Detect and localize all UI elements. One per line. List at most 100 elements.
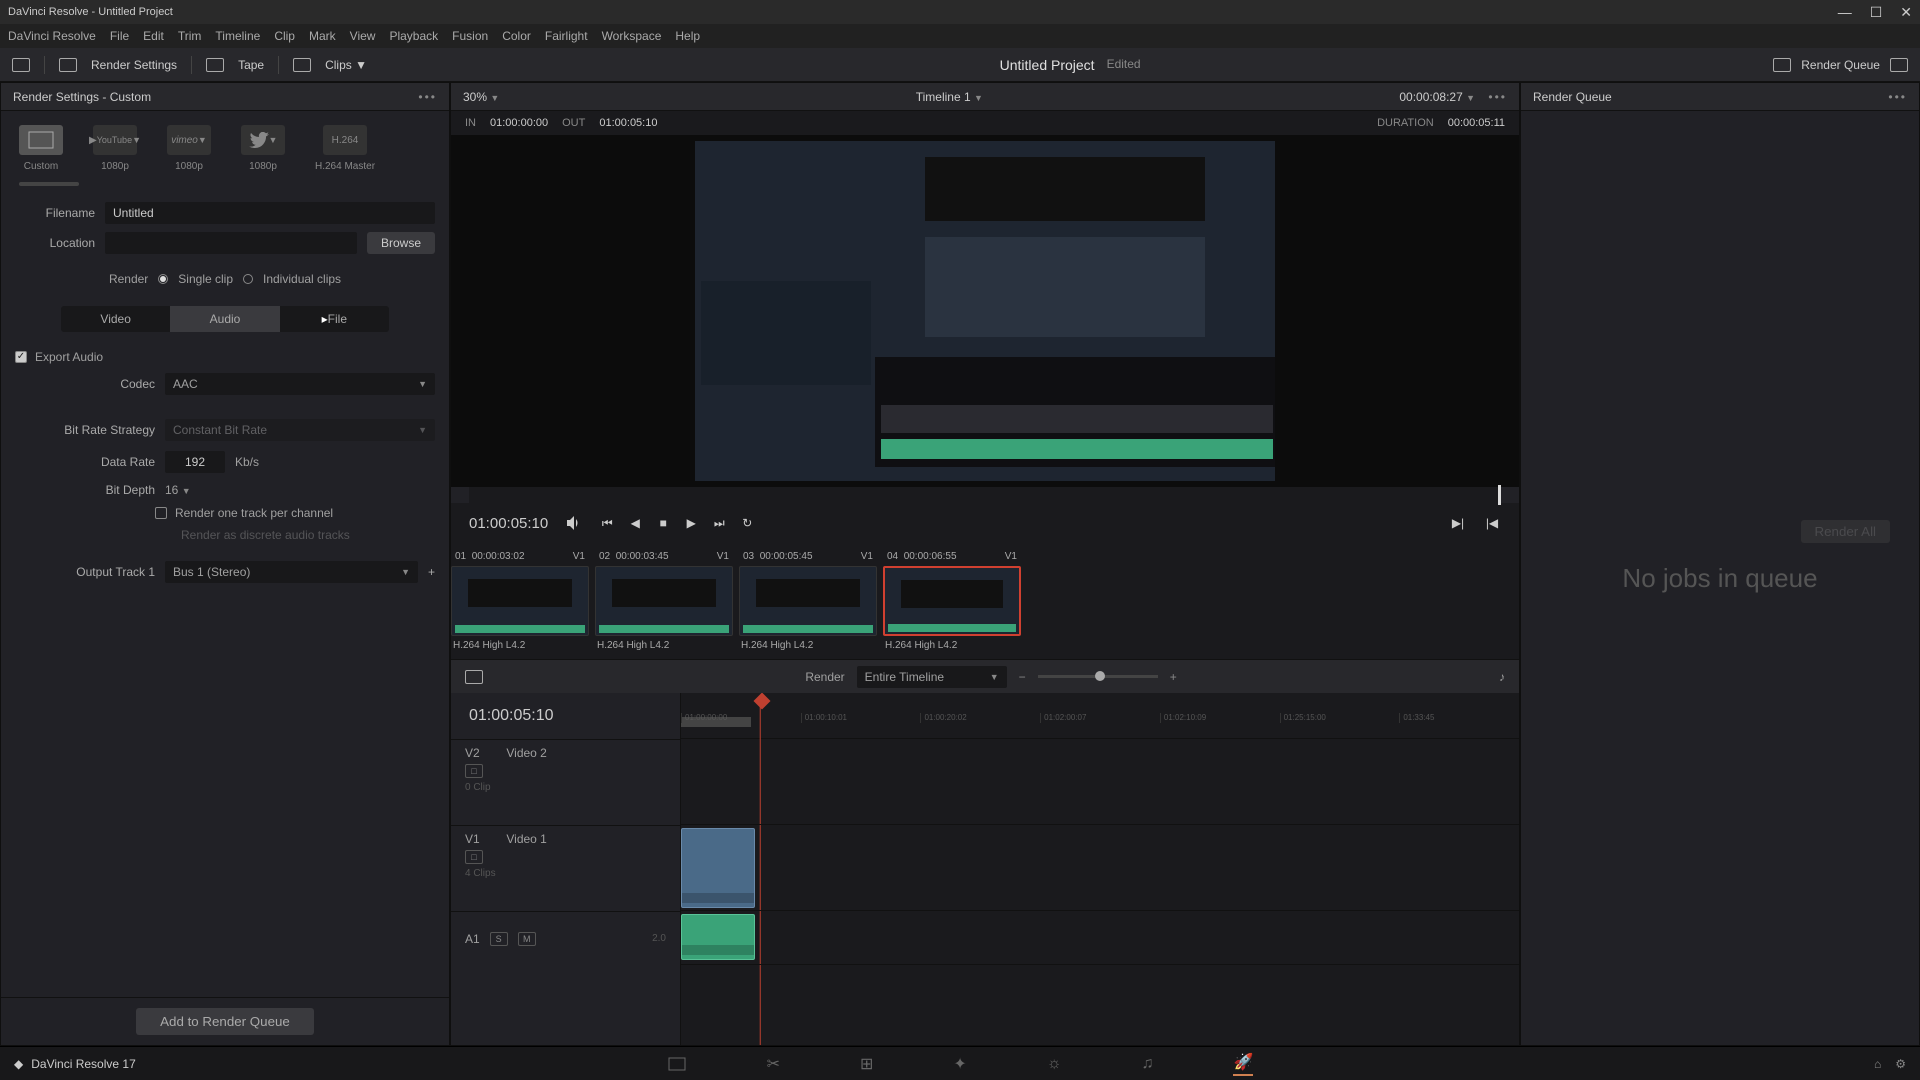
add-track-icon[interactable]: + [428, 565, 435, 579]
tc-dropdown-icon[interactable]: ▼ [1466, 93, 1475, 103]
layout-right-icon[interactable] [1890, 58, 1908, 72]
zoom-slider[interactable] [1038, 675, 1158, 678]
next-clip-button[interactable]: ⏭ [710, 514, 728, 532]
home-icon[interactable]: ⌂ [1874, 1057, 1881, 1071]
codec-select[interactable]: AAC▼ [165, 373, 435, 395]
render-range-select[interactable]: Entire Timeline▼ [857, 666, 1007, 688]
menu-item[interactable]: Help [675, 29, 700, 43]
menu-item[interactable]: Playback [389, 29, 438, 43]
viewer[interactable] [451, 135, 1519, 487]
tab-file[interactable]: ▸File [280, 306, 389, 332]
settings-gear-icon[interactable]: ⚙ [1895, 1057, 1906, 1071]
menu-item[interactable]: Clip [274, 29, 295, 43]
track-header-v2[interactable]: V2 Video 2 □ 0 Clip [451, 739, 680, 825]
clip-card[interactable]: 03 00:00:05:45V1 H.264 High L4.2 [739, 549, 877, 653]
menu-item[interactable]: Workspace [602, 29, 662, 43]
timeline-ruler[interactable]: 01:00:00:00 01:00:10:01 01:00:20:02 01:0… [681, 693, 1519, 739]
timeline-dropdown[interactable]: Timeline 1 ▼ [916, 90, 983, 104]
queue-options-icon[interactable]: ••• [1888, 90, 1907, 104]
loop-button[interactable]: ↻ [738, 514, 756, 532]
menu-item[interactable]: Trim [178, 29, 202, 43]
data-rate-input[interactable] [165, 451, 225, 473]
close-icon[interactable]: ✕ [1900, 4, 1912, 21]
jump-start-button[interactable]: |◀ [1483, 514, 1501, 532]
render-type-label: Render [109, 272, 148, 286]
track-header-a1[interactable]: A1 S M 2.0 [451, 911, 680, 965]
step-back-button[interactable]: ◀ [626, 514, 644, 532]
clips-icon[interactable] [293, 58, 311, 72]
render-queue-label[interactable]: Render Queue [1801, 58, 1880, 72]
clip-card[interactable]: 04 00:00:06:55V1 H.264 High L4.2 [883, 549, 1021, 653]
minimize-icon[interactable]: — [1838, 4, 1852, 21]
volume-icon[interactable] [564, 514, 582, 532]
tape-icon[interactable] [206, 58, 224, 72]
maximize-icon[interactable]: ☐ [1870, 4, 1883, 21]
zoom-dropdown[interactable]: 30% ▼ [463, 90, 499, 104]
page-media[interactable] [667, 1056, 687, 1072]
menu-item[interactable]: View [350, 29, 376, 43]
render-settings-icon[interactable] [59, 58, 77, 72]
solo-button[interactable]: S [490, 932, 508, 946]
clip-card[interactable]: 02 00:00:03:45V1 H.264 High L4.2 [595, 549, 733, 653]
preset-h264[interactable]: H.264 H.264 Master [315, 125, 375, 172]
timeline-audio-clip[interactable] [681, 914, 755, 960]
playhead[interactable] [754, 693, 771, 709]
page-edit[interactable]: ⊞ [860, 1054, 873, 1074]
preset-youtube[interactable]: ▶ YouTube ▼ 1080p [93, 125, 137, 172]
layout-icon[interactable] [12, 58, 30, 72]
render-settings-label[interactable]: Render Settings [91, 58, 177, 72]
single-clip-radio[interactable] [158, 274, 168, 284]
page-fusion[interactable]: ✦ [953, 1054, 966, 1074]
preset-vimeo[interactable]: vimeo▼ 1080p [167, 125, 211, 172]
menu-item[interactable]: Color [502, 29, 531, 43]
jump-end-button[interactable]: ▶| [1449, 514, 1467, 532]
menu-item[interactable]: File [110, 29, 129, 43]
menu-item[interactable]: Edit [143, 29, 164, 43]
zoom-out-icon[interactable]: − [1019, 670, 1026, 684]
prev-clip-button[interactable]: ⏮ [598, 514, 616, 532]
tab-video[interactable]: Video [61, 306, 170, 332]
timeline-view-icon[interactable] [465, 670, 483, 684]
timeline-clip[interactable] [681, 828, 755, 908]
zoom-in-icon[interactable]: + [1170, 670, 1177, 684]
track-v2-lane[interactable] [681, 739, 1519, 825]
add-to-queue-button[interactable]: Add to Render Queue [136, 1008, 314, 1035]
menu-item[interactable]: Timeline [215, 29, 260, 43]
render-queue-panel: Render Queue ••• No jobs in queue Render… [1520, 82, 1920, 1046]
clips-dropdown[interactable]: Clips ▼ [325, 58, 367, 72]
page-cut[interactable]: ✂ [767, 1054, 780, 1074]
menu-item[interactable]: Fairlight [545, 29, 588, 43]
preset-custom[interactable]: Custom [19, 125, 63, 172]
track-header-v1[interactable]: V1 Video 1 □ 4 Clips [451, 825, 680, 911]
export-audio-checkbox[interactable] [15, 351, 27, 363]
preset-twitter[interactable]: ▼ 1080p [241, 125, 285, 172]
page-fairlight[interactable]: ♫ [1141, 1055, 1153, 1073]
menu-item[interactable]: DaVinci Resolve [8, 29, 96, 43]
options-icon[interactable]: ••• [418, 90, 437, 104]
output-track-select[interactable]: Bus 1 (Stereo)▼ [165, 561, 418, 583]
page-deliver[interactable]: 🚀 [1233, 1052, 1253, 1076]
clip-card[interactable]: 01 00:00:03:02V1 H.264 High L4.2 [451, 549, 589, 653]
location-input[interactable] [105, 232, 357, 254]
tape-label[interactable]: Tape [238, 58, 264, 72]
play-button[interactable]: ▶ [682, 514, 700, 532]
app-toolbar: Render Settings Tape Clips ▼ Untitled Pr… [0, 48, 1920, 82]
track-v1-lane[interactable] [681, 825, 1519, 911]
bit-depth-select[interactable]: 16 ▼ [165, 483, 191, 497]
individual-clips-radio[interactable] [243, 274, 253, 284]
filename-input[interactable] [105, 202, 435, 224]
preset-scrollbar[interactable] [19, 182, 79, 186]
scrubber[interactable] [469, 487, 1501, 503]
music-icon[interactable]: ♪ [1499, 670, 1505, 684]
render-one-track-checkbox[interactable] [155, 507, 167, 519]
tab-audio[interactable]: Audio [170, 306, 279, 332]
browse-button[interactable]: Browse [367, 232, 435, 254]
stop-button[interactable]: ■ [654, 514, 672, 532]
track-a1-lane[interactable] [681, 911, 1519, 965]
render-queue-icon[interactable] [1773, 58, 1791, 72]
viewer-options-icon[interactable]: ••• [1488, 90, 1507, 104]
page-color[interactable]: ☼ [1047, 1055, 1062, 1073]
menu-item[interactable]: Fusion [452, 29, 488, 43]
mute-button[interactable]: M [518, 932, 536, 946]
menu-item[interactable]: Mark [309, 29, 336, 43]
